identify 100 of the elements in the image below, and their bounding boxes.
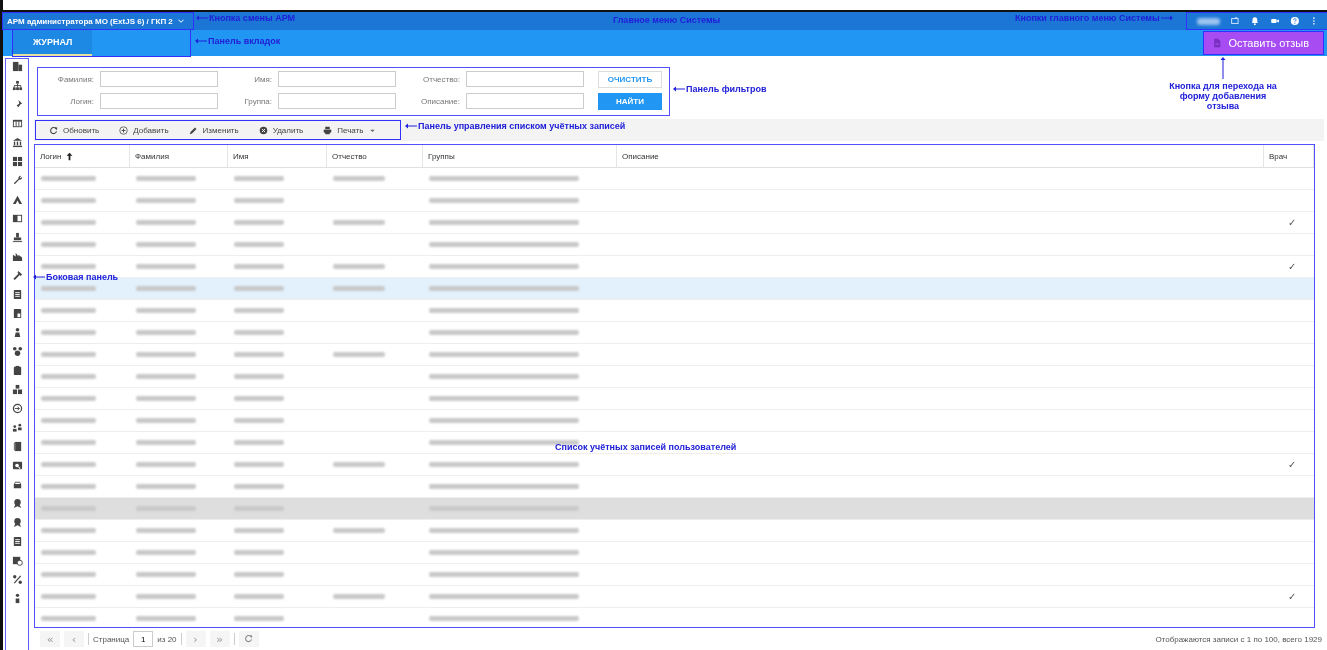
annotation-label: Панель фильтров (686, 84, 767, 94)
monitor-icon[interactable] (1230, 16, 1241, 26)
table-icon[interactable] (11, 118, 23, 129)
field-label: Фамилия: (56, 74, 95, 84)
toolbar-button[interactable]: Удалить (249, 125, 313, 135)
blurred-text (41, 396, 96, 401)
award-icon[interactable] (11, 517, 23, 528)
column-header[interactable]: Фамилия (130, 145, 228, 167)
blurred-text (41, 484, 96, 489)
blurred-text (136, 396, 196, 401)
video-camera-icon[interactable] (1269, 16, 1280, 26)
calendar-clock-icon[interactable] (11, 555, 23, 566)
field-label: Группа: (243, 96, 273, 106)
annotation-label: Панель вкладок (208, 36, 281, 46)
factory-icon[interactable] (11, 251, 23, 262)
table-cell: ✓ (1288, 217, 1296, 228)
bank-icon[interactable] (11, 137, 23, 148)
table-cell: ✓ (1288, 459, 1296, 470)
page-label: Страница (93, 634, 130, 644)
group-icon[interactable] (11, 346, 23, 357)
column-header[interactable]: Описание (617, 145, 1264, 167)
field-label: Отчество: (422, 74, 461, 84)
clipboard-icon[interactable] (11, 365, 23, 376)
toolbar-button[interactable]: Добавить (110, 125, 178, 135)
arrow-left-icon (673, 86, 685, 92)
panel-icon[interactable] (11, 213, 23, 224)
hierarchy-icon[interactable] (11, 80, 23, 91)
plus-circle-icon (119, 125, 129, 135)
exit-icon[interactable] (11, 403, 23, 414)
list-icon[interactable] (11, 289, 23, 300)
toolbar-button[interactable]: Печать (314, 125, 387, 135)
door-icon[interactable] (11, 441, 23, 452)
arrow-left-icon (405, 123, 417, 129)
stamp-icon[interactable] (11, 232, 23, 243)
grid-icon[interactable] (11, 156, 23, 167)
input-field[interactable] (466, 71, 584, 87)
annotation-label: Кнопка смены АРМ (209, 13, 296, 23)
table-row[interactable]: ✓ (35, 454, 1314, 476)
arrow-right-icon (1160, 15, 1173, 21)
blurred-text (234, 440, 284, 445)
help-icon[interactable] (1289, 16, 1300, 26)
users-icon[interactable] (11, 422, 23, 433)
list-icon[interactable] (11, 536, 23, 547)
toolbar-button[interactable]: Обновить (40, 125, 109, 135)
hammer-icon[interactable] (11, 270, 23, 281)
tent-icon[interactable] (11, 194, 23, 205)
wrench-icon[interactable] (11, 175, 23, 186)
pencil-icon (188, 125, 198, 135)
blurred-text (234, 264, 284, 269)
blurred-text (136, 220, 196, 225)
feedback-button[interactable]: Оставить отзыв (1204, 32, 1323, 54)
blurred-text (136, 286, 196, 291)
column-header[interactable]: Врач (1264, 145, 1314, 167)
blurred-text (41, 352, 96, 357)
blurred-text (136, 440, 196, 445)
column-header[interactable]: Группы (423, 145, 617, 167)
tab[interactable]: ЖУРНАЛ (13, 30, 93, 56)
document-icon (1212, 38, 1223, 48)
percent-icon[interactable] (11, 574, 23, 585)
arrow-left-icon (196, 15, 208, 21)
blurred-text (234, 572, 284, 577)
input-field[interactable] (100, 71, 218, 87)
blurred-text (41, 286, 96, 291)
refresh-icon (49, 125, 58, 135)
blurred-text (41, 462, 96, 467)
bell-icon[interactable] (1250, 16, 1260, 26)
table-row[interactable]: ✓ (35, 586, 1314, 608)
blurred-text (41, 528, 96, 533)
blurred-text (234, 616, 284, 621)
search-card-icon[interactable] (11, 460, 23, 471)
book-icon[interactable] (11, 308, 23, 319)
page-number-field[interactable]: 1 (133, 631, 154, 647)
blurred-text (136, 176, 196, 181)
toolbar-button[interactable]: Изменить (179, 125, 248, 135)
refresh-button[interactable] (238, 631, 259, 647)
refresh-icon (244, 633, 254, 643)
award-icon[interactable] (11, 498, 23, 509)
column-header[interactable]: Имя (228, 145, 327, 167)
blurred-text (234, 550, 284, 555)
boxes-icon[interactable] (11, 384, 23, 395)
blurred-text (234, 198, 284, 203)
blurred-text (234, 176, 284, 181)
annotation-label: Список учётных записей пользователей (555, 442, 737, 452)
building-icon[interactable] (11, 61, 23, 72)
blurred-text (234, 396, 284, 401)
input-field[interactable] (100, 93, 218, 109)
table-row[interactable]: ✓ (35, 212, 1314, 234)
input-field[interactable] (278, 71, 396, 87)
column-header[interactable]: Отчество (327, 145, 423, 167)
blurred-text (234, 330, 284, 335)
blurred-text (136, 418, 196, 423)
blurred-text (136, 550, 196, 555)
app-switch-button[interactable]: АРМ администратора МО (ExtJS 6) / ГКП 2 (3, 13, 193, 29)
blurred-text (136, 572, 196, 577)
blurred-text (41, 220, 96, 225)
input-field[interactable] (278, 93, 396, 109)
input-field[interactable] (466, 93, 584, 109)
printer-icon (323, 125, 333, 135)
column-header[interactable]: Логин (35, 145, 130, 167)
blurred-text (234, 352, 284, 357)
